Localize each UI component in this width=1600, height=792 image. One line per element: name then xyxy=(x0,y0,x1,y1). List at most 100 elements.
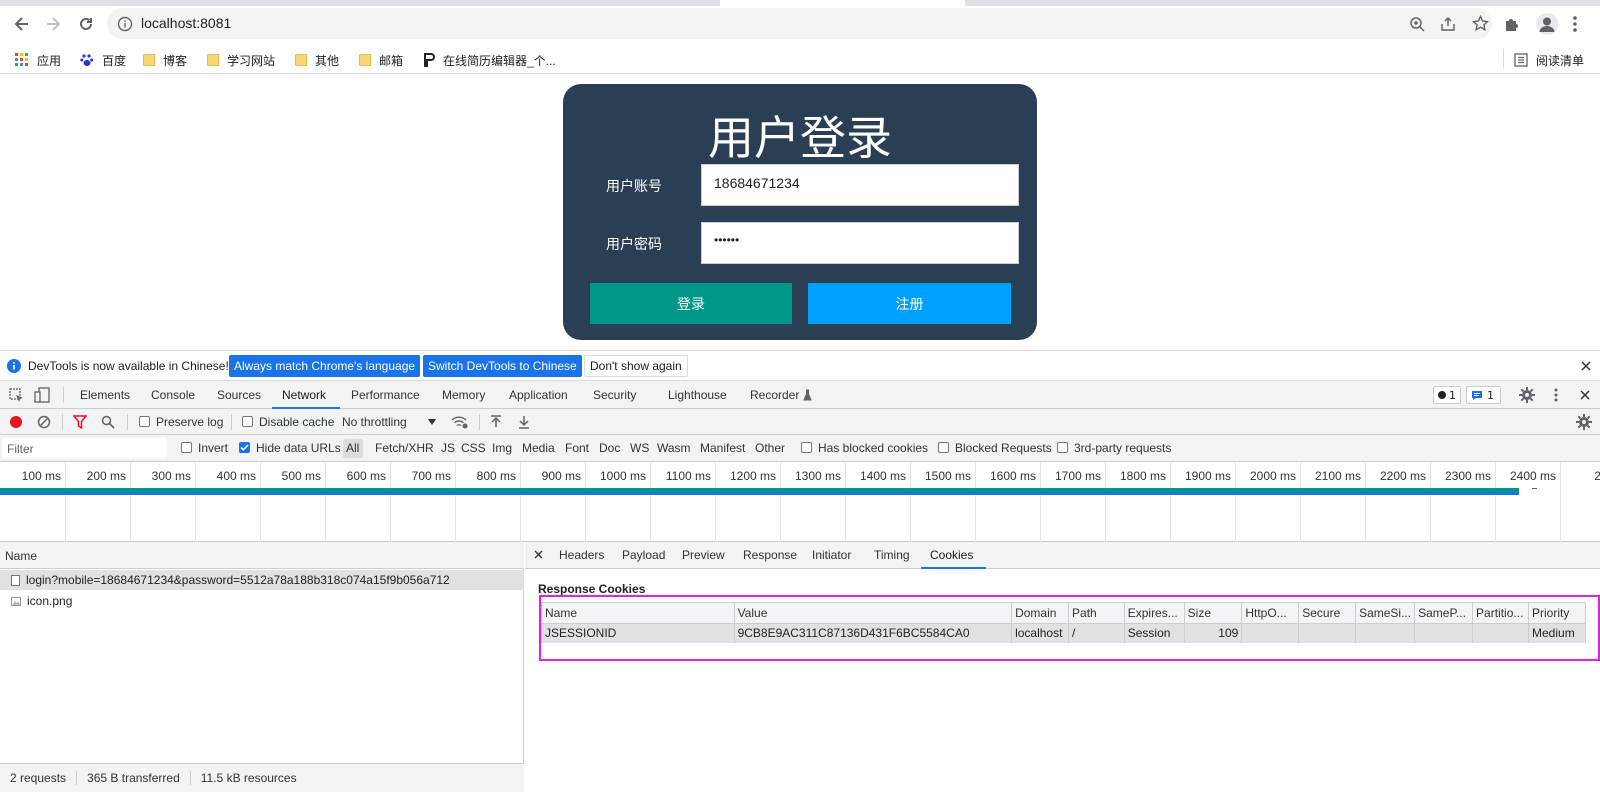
has-blocked-cookies-checkbox[interactable] xyxy=(801,442,812,453)
more-options-icon[interactable] xyxy=(1553,387,1559,403)
tab-payload[interactable]: Payload xyxy=(622,548,665,562)
col-size[interactable]: Size xyxy=(1183,602,1243,624)
account-input[interactable]: 18684671234 xyxy=(701,164,1019,206)
reload-button[interactable] xyxy=(75,13,97,35)
disable-cache-checkbox[interactable] xyxy=(242,416,253,427)
col-priority[interactable]: Priority xyxy=(1528,602,1586,624)
col-expires[interactable]: Expires... xyxy=(1123,602,1185,624)
has-blocked-cookies-label: Has blocked cookies xyxy=(818,441,929,455)
kebab-menu-icon[interactable] xyxy=(1572,14,1578,34)
col-path[interactable]: Path xyxy=(1068,602,1125,624)
col-partition[interactable]: Partitio... xyxy=(1472,602,1530,624)
tab-headers[interactable]: Headers xyxy=(559,548,604,562)
always-match-language-button[interactable]: Always match Chrome's language xyxy=(229,355,421,377)
messages-badge[interactable]: 1 xyxy=(1466,386,1501,404)
filter-type-manifest[interactable]: Manifest xyxy=(700,441,745,455)
url-text[interactable]: localhost:8081 xyxy=(141,15,231,31)
bookmark-apps[interactable]: 应用 xyxy=(15,51,61,69)
col-samesite[interactable]: SameSi... xyxy=(1355,602,1416,624)
filter-type-all[interactable]: All xyxy=(346,441,359,455)
timeline-tick-label: 200 ms xyxy=(86,469,126,483)
login-button[interactable]: 登录 xyxy=(590,283,792,324)
close-icon[interactable] xyxy=(1581,361,1591,371)
bookmark-resume-editor[interactable]: 在线简历编辑器_个... xyxy=(423,51,556,69)
import-har-icon[interactable] xyxy=(489,415,503,429)
filter-type-doc[interactable]: Doc xyxy=(599,441,620,455)
tab-sources[interactable]: Sources xyxy=(217,388,261,402)
filter-type-wasm[interactable]: Wasm xyxy=(657,441,691,455)
tab-elements[interactable]: Elements xyxy=(80,388,130,402)
bookmark-folder-blog[interactable]: 博客 xyxy=(143,51,187,69)
tab-preview[interactable]: Preview xyxy=(682,548,725,562)
col-value[interactable]: Value xyxy=(733,602,1013,624)
tab-memory[interactable]: Memory xyxy=(442,388,485,402)
extensions-icon[interactable] xyxy=(1503,15,1521,33)
device-toolbar-icon[interactable] xyxy=(34,387,50,403)
switch-to-chinese-button[interactable]: Switch DevTools to Chinese xyxy=(423,355,582,377)
bookmark-baidu[interactable]: 百度 xyxy=(80,51,126,69)
search-icon[interactable] xyxy=(101,415,115,429)
tab-security[interactable]: Security xyxy=(593,388,636,402)
throttling-select[interactable]: No throttling xyxy=(342,415,407,429)
tab-timing[interactable]: Timing xyxy=(874,548,910,562)
record-icon[interactable] xyxy=(9,415,23,429)
password-input[interactable]: •••••• xyxy=(701,222,1019,264)
issues-badge[interactable]: 1 xyxy=(1433,386,1461,404)
reading-list-button[interactable]: 阅读清单 xyxy=(1514,51,1584,69)
close-detail-icon[interactable] xyxy=(534,550,543,559)
filter-type-media[interactable]: Media xyxy=(522,441,555,455)
clear-icon[interactable] xyxy=(37,415,51,429)
response-cookies-title: Response Cookies xyxy=(538,582,646,596)
col-domain[interactable]: Domain xyxy=(1011,602,1070,624)
profile-avatar[interactable] xyxy=(1536,13,1558,35)
tab-lighthouse[interactable]: Lighthouse xyxy=(668,388,727,402)
blocked-requests-checkbox[interactable] xyxy=(938,442,949,453)
tab-application[interactable]: Application xyxy=(509,388,568,402)
tab-console[interactable]: Console xyxy=(151,388,195,402)
network-settings-icon[interactable] xyxy=(1576,414,1592,430)
filter-type-js[interactable]: JS xyxy=(441,441,455,455)
export-har-icon[interactable] xyxy=(517,415,531,429)
col-httponly[interactable]: HttpO... xyxy=(1241,602,1300,624)
tab-recorder[interactable]: Recorder xyxy=(750,388,799,402)
invert-checkbox[interactable] xyxy=(181,442,192,453)
inspect-element-icon[interactable] xyxy=(9,388,24,403)
hide-data-urls-checkbox[interactable] xyxy=(239,442,250,453)
dont-show-again-button[interactable]: Don't show again xyxy=(584,355,688,377)
tab-cookies[interactable]: Cookies xyxy=(930,548,973,562)
tab-network[interactable]: Network xyxy=(282,388,326,402)
third-party-checkbox[interactable] xyxy=(1057,442,1068,453)
preserve-log-checkbox[interactable] xyxy=(139,416,150,427)
tab-initiator[interactable]: Initiator xyxy=(812,548,851,562)
filter-type-img[interactable]: Img xyxy=(492,441,512,455)
address-bar[interactable]: localhost:8081 xyxy=(107,8,1492,39)
col-secure[interactable]: Secure xyxy=(1298,602,1357,624)
bookmark-label: 百度 xyxy=(102,53,127,68)
forward-button[interactable] xyxy=(42,13,64,35)
filter-type-css[interactable]: CSS xyxy=(461,441,486,455)
filter-type-other[interactable]: Other xyxy=(755,441,785,455)
network-overview-timeline[interactable]: 100 ms 200 ms 300 ms 400 ms 500 ms 600 ms 700 … xyxy=(0,462,1600,542)
document-icon xyxy=(11,574,20,586)
filter-type-font[interactable]: Font xyxy=(565,441,589,455)
bookmark-folder-other[interactable]: 其他 xyxy=(295,51,339,69)
name-column-header[interactable]: Name xyxy=(5,549,37,563)
request-row-icon[interactable]: icon.png xyxy=(0,591,524,611)
col-name[interactable]: Name xyxy=(541,602,735,624)
filter-type-fetch-xhr[interactable]: Fetch/XHR xyxy=(375,441,434,455)
bookmark-folder-study[interactable]: 学习网站 xyxy=(207,51,275,69)
filter-icon[interactable] xyxy=(73,415,87,429)
col-sameparty[interactable]: SameP... xyxy=(1414,602,1474,624)
back-button[interactable] xyxy=(11,13,33,35)
network-conditions-icon[interactable] xyxy=(451,415,469,429)
cookie-row[interactable]: JSESSIONID 9CB8E9AC311C87136D431F6BC5584… xyxy=(541,623,1586,643)
filter-input[interactable]: Filter xyxy=(2,438,167,458)
request-row-login[interactable]: login?mobile=18684671234&password=5512a7… xyxy=(0,570,524,590)
bookmark-folder-mail[interactable]: 邮箱 xyxy=(359,51,403,69)
close-devtools-icon[interactable] xyxy=(1580,390,1590,400)
register-button[interactable]: 注册 xyxy=(808,283,1011,324)
settings-gear-icon[interactable] xyxy=(1519,387,1535,403)
tab-performance[interactable]: Performance xyxy=(351,388,420,402)
tab-response[interactable]: Response xyxy=(743,548,797,562)
filter-type-ws[interactable]: WS xyxy=(630,441,649,455)
